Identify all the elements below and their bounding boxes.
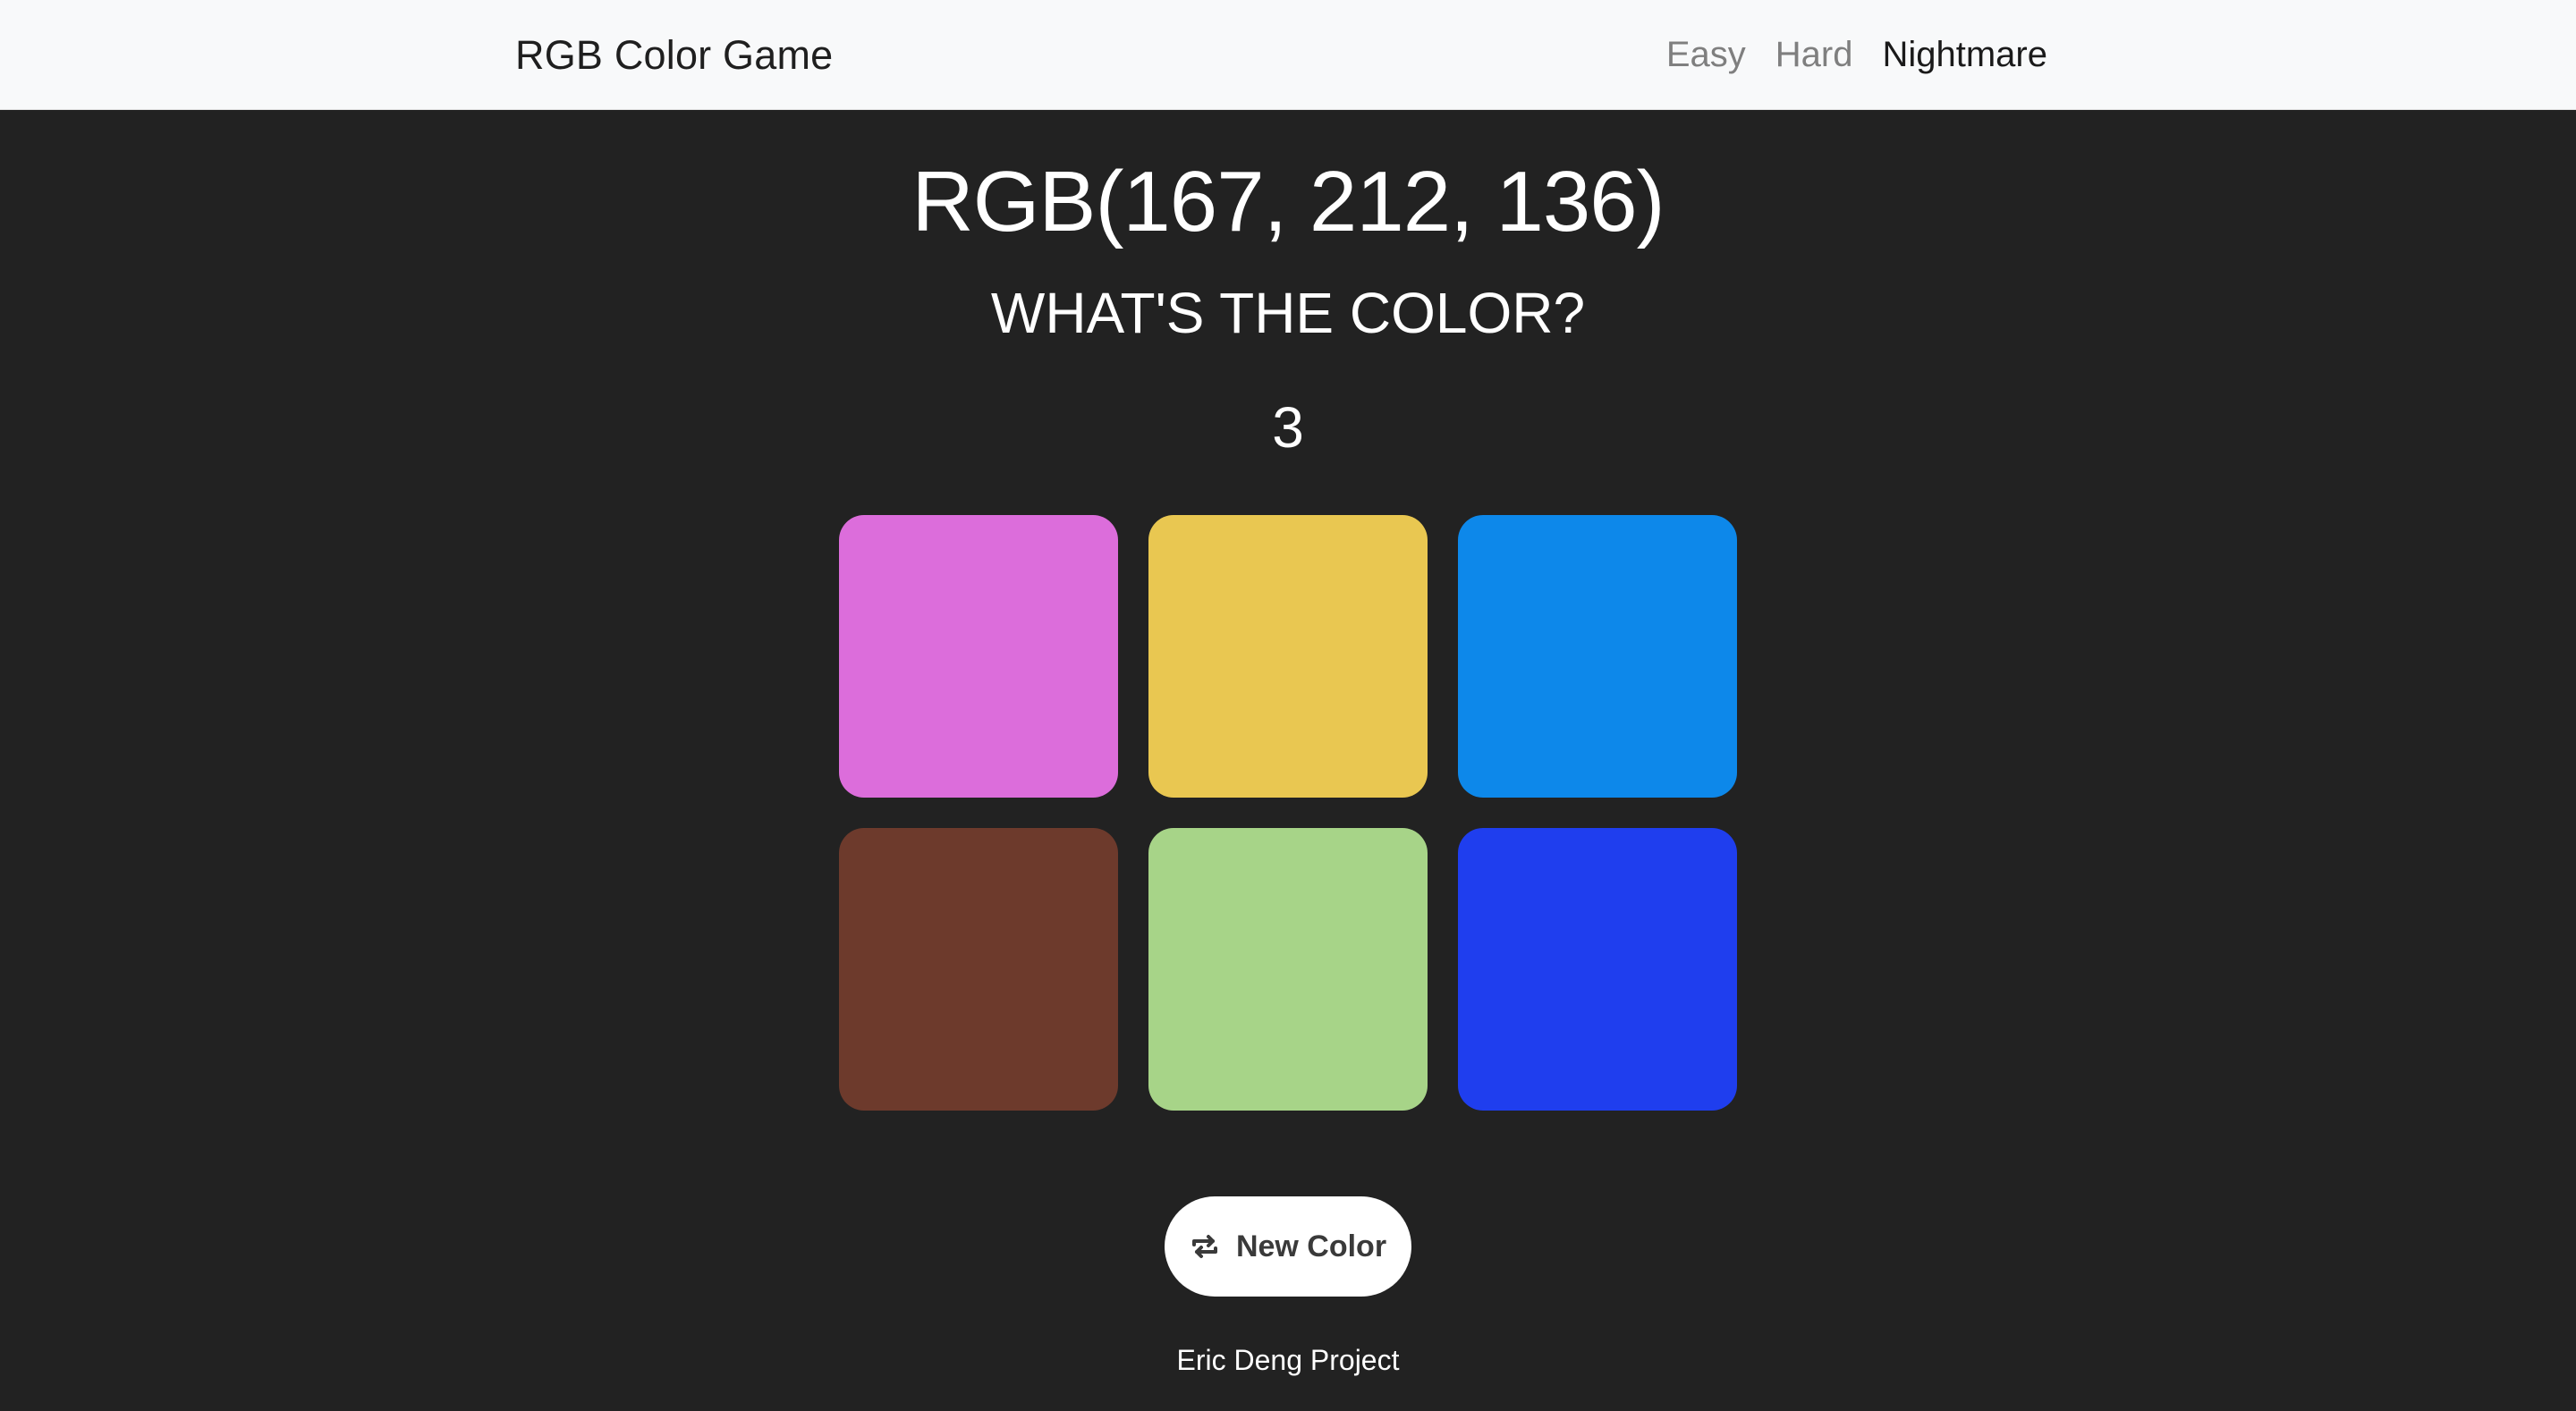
color-swatch-2[interactable] xyxy=(1148,515,1428,798)
new-color-button[interactable]: New Color xyxy=(1165,1196,1411,1297)
target-rgb-title: RGB(167, 212, 136) xyxy=(911,154,1665,249)
nav-link-nightmare[interactable]: Nightmare xyxy=(1882,35,2047,75)
nav-link-easy[interactable]: Easy xyxy=(1666,35,1746,75)
color-swatch-3[interactable] xyxy=(1458,515,1737,798)
new-color-label: New Color xyxy=(1235,1229,1387,1263)
navbar: RGB Color Game Easy Hard Nightmare xyxy=(0,0,2576,110)
brand-title[interactable]: RGB Color Game xyxy=(515,0,833,110)
color-grid xyxy=(839,515,1737,1111)
counter: 3 xyxy=(1272,395,1304,460)
color-swatch-4[interactable] xyxy=(839,828,1118,1111)
difficulty-nav: Easy Hard Nightmare xyxy=(1666,0,2047,110)
color-swatch-1[interactable] xyxy=(839,515,1118,798)
color-swatch-6[interactable] xyxy=(1458,828,1737,1111)
refresh-icon xyxy=(1190,1231,1220,1262)
game-area: RGB(167, 212, 136) WHAT'S THE COLOR? 3 N… xyxy=(0,110,2576,1411)
nav-link-hard[interactable]: Hard xyxy=(1775,35,1853,75)
color-swatch-5[interactable] xyxy=(1148,828,1428,1111)
question-prompt: WHAT'S THE COLOR? xyxy=(990,281,1586,345)
footer-credit: Eric Deng Project xyxy=(1176,1344,1400,1376)
